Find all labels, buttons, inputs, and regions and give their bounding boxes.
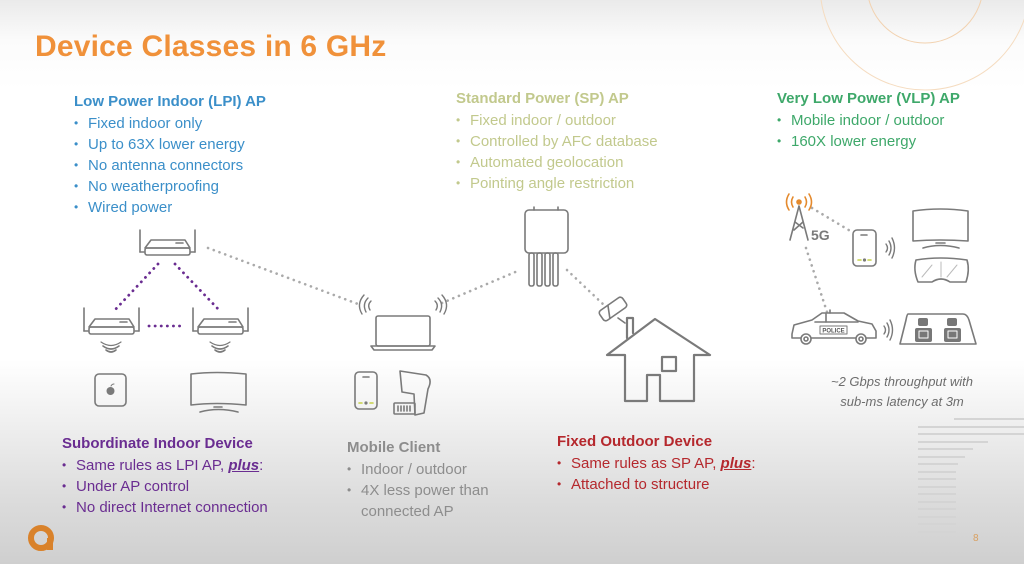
lpi-to-laptop-link	[206, 246, 360, 306]
cell-tower-icon	[785, 193, 813, 241]
wifi-signal-icon	[885, 237, 896, 259]
fixed-outdoor-device-block: Fixed Outdoor Device Same rules as SP AP…	[557, 432, 756, 495]
police-label: POLICE	[822, 329, 844, 335]
bullet-text: :	[259, 457, 264, 474]
lpi-to-sub-left-link	[112, 262, 160, 313]
logo-icon	[28, 525, 54, 551]
subordinate-router-icon	[83, 307, 140, 335]
note-line: ~2 Gbps throughput with	[830, 374, 973, 389]
mobile-client-heading: Mobile Client	[347, 439, 441, 456]
subordinate-device-block: Subordinate Indoor Device Same rules as …	[62, 434, 268, 518]
house-icon	[605, 316, 712, 403]
mobile-client-bullet: Indoor / outdoor	[347, 459, 489, 480]
tv-monitor-icon	[912, 208, 969, 249]
subordinate-heading: Subordinate Indoor Device	[62, 435, 253, 452]
subordinate-bullet: Same rules as LPI AP, plus:	[62, 455, 268, 476]
smartphone-icon	[354, 371, 378, 410]
wifi-signal-icon	[100, 341, 122, 353]
fixed-outdoor-bullet: Same rules as SP AP, plus:	[557, 453, 756, 474]
plus-emphasis: plus	[720, 455, 752, 472]
vr-headset-icon	[914, 257, 970, 283]
subordinate-bullet: Under AP control	[62, 476, 268, 497]
page-number: 8	[973, 533, 979, 544]
outdoor-ap-icon	[524, 206, 569, 287]
smartphone-icon	[852, 229, 877, 267]
plus-emphasis: plus	[228, 457, 260, 474]
note-line: sub-ms latency at 3m	[840, 394, 964, 409]
bullet-text: :	[751, 455, 756, 472]
mobile-client-bullet: 4X less power than	[347, 480, 489, 501]
connection-lines	[112, 206, 854, 328]
sp-to-house-link	[565, 268, 607, 308]
throughput-note: ~2 Gbps throughput with sub-ms latency a…	[802, 372, 1002, 412]
bullet-text: Same rules as SP AP,	[571, 455, 721, 472]
cell-label: 5G	[811, 227, 830, 243]
bullet-text: Same rules as LPI AP,	[76, 457, 229, 474]
lpi-router-icon	[139, 229, 196, 256]
laptop-to-sp-link	[440, 268, 522, 305]
wifi-signal-icon	[209, 341, 231, 353]
decorative-lines	[918, 418, 1024, 546]
police-car-icon	[791, 309, 877, 345]
laptop-icon	[358, 294, 448, 351]
antenna-panel-icon	[598, 296, 628, 324]
apple-mac-mini-icon	[94, 373, 127, 407]
subordinate-router-icon	[192, 307, 249, 335]
tower-to-car-link	[804, 246, 830, 317]
car-seats-screens-icon	[899, 313, 977, 345]
tv-monitor-icon	[190, 371, 247, 413]
lpi-to-sub-right-link	[173, 262, 222, 313]
mobile-client-block: Mobile Client Indoor / outdoor 4X less p…	[347, 438, 489, 522]
mobile-client-bullet-continuation: connected AP	[361, 503, 454, 520]
barcode-scanner-icon	[393, 370, 431, 416]
fixed-outdoor-heading: Fixed Outdoor Device	[557, 433, 713, 450]
wifi-signal-icon	[883, 319, 894, 341]
subordinate-bullet: No direct Internet connection	[62, 497, 268, 518]
fixed-outdoor-bullet: Attached to structure	[557, 474, 756, 495]
